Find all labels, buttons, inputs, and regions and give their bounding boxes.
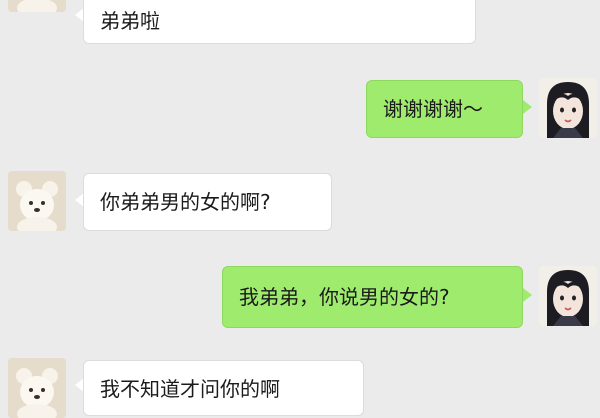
teddy-bear-avatar-icon[interactable] [8, 358, 66, 418]
cartoon-girl-avatar-icon[interactable] [539, 78, 597, 138]
cartoon-girl-avatar-icon[interactable] [539, 266, 597, 326]
teddy-bear-avatar-icon[interactable] [8, 171, 66, 231]
message-text: 谢谢谢谢～ [383, 97, 483, 121]
message-text: 我弟弟，你说男的女的? [239, 285, 450, 309]
message-text: 你弟弟男的女的啊? [100, 190, 271, 214]
incoming-message-bubble[interactable]: 我不知道才问你的啊 [83, 360, 364, 416]
bubble-tail [523, 288, 532, 302]
outgoing-message-bubble[interactable]: 谢谢谢谢～ [366, 80, 523, 138]
incoming-message-bubble[interactable]: 弟弟啦 [83, 0, 476, 44]
bubble-tail [523, 100, 532, 114]
teddy-bear-avatar-icon[interactable] [8, 0, 66, 12]
message-text: 我不知道才问你的啊 [100, 377, 280, 401]
outgoing-message-bubble[interactable]: 我弟弟，你说男的女的? [222, 266, 523, 328]
incoming-message-bubble[interactable]: 你弟弟男的女的啊? [83, 173, 332, 231]
chat-thread: 弟弟啦 谢谢谢谢～ 你弟弟男的女的啊? 我弟弟，你说男的女的? 我不知道才问你的… [0, 0, 600, 418]
message-text: 弟弟啦 [100, 9, 160, 33]
